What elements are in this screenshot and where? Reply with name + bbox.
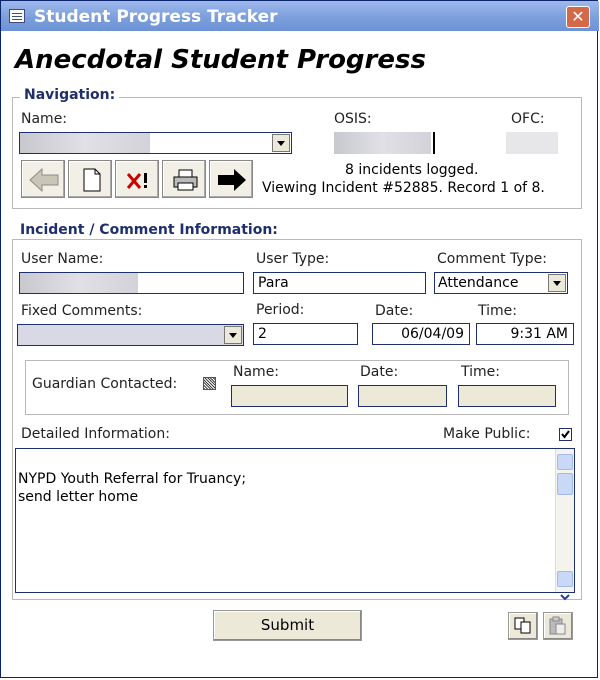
ofc-label: OFC: [511,111,545,127]
paste-icon [549,616,566,635]
fixed-comments-select[interactable] [17,324,244,346]
page-title: Anecdotal Student Progress [15,45,426,75]
chevron-down-icon[interactable] [272,134,290,152]
record-position-text: Viewing Incident #52885. Record 1 of 8. [262,180,545,196]
name-value-redacted [20,133,150,153]
comment-type-select[interactable]: Attendance [434,272,568,294]
delete-icon [126,173,147,189]
user-name-value-redacted [20,273,138,293]
incident-count-text: 8 incidents logged. [345,162,479,178]
guardian-time-field[interactable] [458,385,556,407]
osis-value-redacted [334,132,431,154]
scroll-thumb[interactable] [557,473,573,495]
user-name-field[interactable] [19,272,244,294]
date-label: Date: [375,303,414,319]
delete-record-button[interactable] [115,160,159,198]
close-button[interactable]: ✕ [566,6,590,28]
user-type-field[interactable]: Para [253,272,426,294]
chevron-down-icon[interactable] [224,326,242,344]
new-document-icon [83,168,101,192]
detailed-information-text: NYPD Youth Referral for Truancy; send le… [18,471,247,505]
guardian-name-field[interactable] [231,385,348,407]
copy-button[interactable] [508,612,538,640]
guardian-contacted-checkbox[interactable] [203,377,216,390]
printer-icon [173,169,198,191]
app-window: Student Progress Tracker ✕ Anecdotal Stu… [0,0,599,678]
print-button[interactable] [162,160,206,198]
date-field[interactable]: 06/04/09 [372,323,470,345]
make-public-label: Make Public: [443,426,531,442]
incident-legend: Incident / Comment Information: [16,222,282,238]
scroll-down-button[interactable] [557,571,573,601]
guardian-date-field[interactable] [358,385,447,407]
arrow-right-icon [218,169,246,191]
guardian-name-label: Name: [233,364,280,380]
previous-record-button[interactable] [21,160,65,198]
detailed-information-label: Detailed Information: [21,426,170,442]
chevron-down-icon[interactable] [548,274,566,292]
guardian-contacted-label: Guardian Contacted: [32,376,178,392]
title-bar[interactable]: Student Progress Tracker ✕ [1,1,599,31]
vertical-scrollbar[interactable] [555,449,574,601]
detailed-information-textarea[interactable]: NYPD Youth Referral for Truancy; send le… [15,448,575,601]
time-field[interactable]: 9:31 AM [476,323,574,345]
user-type-label: User Type: [256,251,330,267]
osis-label: OSIS: [334,111,372,127]
scroll-up-button[interactable] [557,454,573,483]
comment-type-value: Attendance [438,275,519,291]
guardian-date-label: Date: [360,364,399,380]
period-label: Period: [256,302,305,318]
guardian-time-label: Time: [461,364,500,380]
navigation-legend: Navigation: [20,87,120,103]
arrow-left-icon [29,167,59,193]
fixed-comments-label: Fixed Comments: [21,303,143,319]
period-field[interactable]: 2 [253,323,358,345]
ofc-field[interactable] [506,132,558,154]
chevron-down-icon [560,594,570,601]
comment-type-label: Comment Type: [437,251,547,267]
name-select[interactable] [19,132,292,154]
make-public-checkbox[interactable] [559,428,572,441]
new-record-button[interactable] [68,160,112,198]
submit-button[interactable]: Submit [213,610,362,641]
paste-button[interactable] [543,612,573,640]
osis-field[interactable] [334,132,435,154]
time-label: Time: [478,303,517,319]
next-record-button[interactable] [209,160,253,198]
name-label: Name: [21,111,68,127]
user-name-label: User Name: [21,251,104,267]
copy-icon [514,617,531,634]
checkmark-icon [561,430,570,439]
form-icon [9,9,25,23]
window-title: Student Progress Tracker [34,7,278,27]
